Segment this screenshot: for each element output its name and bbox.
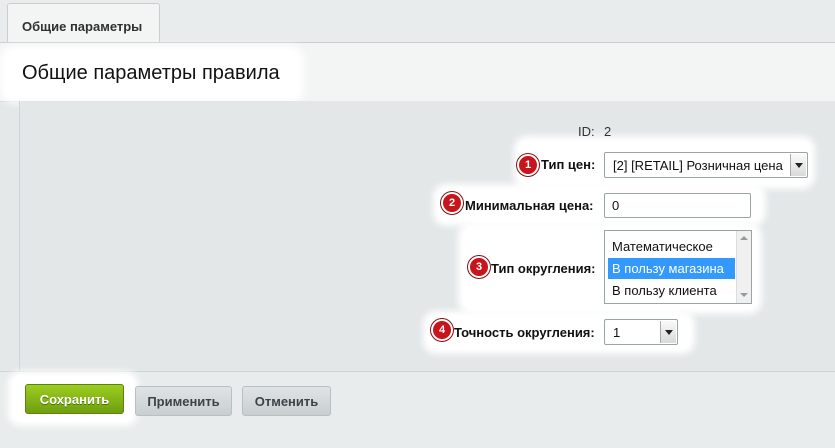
rounding-precision-select[interactable]: 1 <box>604 319 678 345</box>
scroll-up-icon[interactable] <box>740 236 748 240</box>
rounding-option-client[interactable]: В пользу клиента <box>608 280 735 301</box>
price-type-label: Тип цен: <box>541 157 596 172</box>
tab-label: Общие параметры <box>22 19 143 34</box>
price-type-value: [2] [RETAIL] Розничная цена <box>613 158 783 173</box>
page-title: Общие параметры правила <box>22 62 280 84</box>
cancel-button[interactable]: Отменить <box>242 386 331 416</box>
id-label: ID: <box>578 124 595 139</box>
rounding-precision-value: 1 <box>613 325 621 340</box>
min-price-label: Минимальная цена: <box>465 198 594 213</box>
step-badge-1: 1 <box>517 154 539 176</box>
scroll-down-icon[interactable] <box>740 293 748 297</box>
save-button[interactable]: Сохранить <box>25 384 124 414</box>
rounding-option-shop[interactable]: В пользу магазина <box>608 258 735 279</box>
apply-button[interactable]: Применить <box>135 386 232 416</box>
listbox-scrollbar[interactable] <box>736 231 751 303</box>
rounding-precision-label: Точность округления: <box>454 325 595 340</box>
chevron-down-icon[interactable] <box>660 321 676 343</box>
step-badge-2: 2 <box>441 192 463 214</box>
id-value: 2 <box>604 124 612 139</box>
rounding-type-label: Тип округления: <box>491 261 596 276</box>
step-badge-4: 4 <box>431 319 453 341</box>
chevron-down-icon[interactable] <box>790 154 806 176</box>
rounding-option-math[interactable]: Математическое <box>608 236 735 257</box>
price-type-select[interactable]: [2] [RETAIL] Розничная цена <box>604 152 808 178</box>
tab-general-params[interactable]: Общие параметры <box>7 3 160 42</box>
step-badge-3: 3 <box>468 256 490 278</box>
min-price-input[interactable] <box>604 193 751 218</box>
rounding-type-listbox[interactable]: Математическое В пользу магазина В польз… <box>604 230 752 304</box>
